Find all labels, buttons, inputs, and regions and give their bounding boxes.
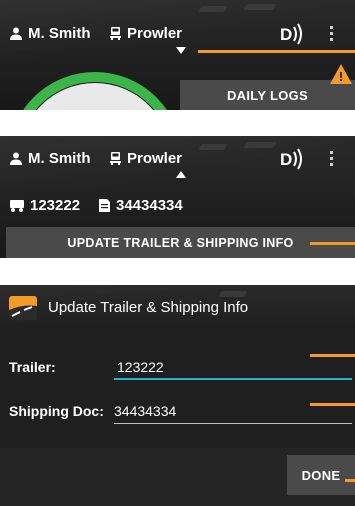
dialog-header: Update Trailer & Shipping Info <box>0 285 355 332</box>
callout-line <box>310 354 355 357</box>
update-trailer-label: UPDATE TRAILER & SHIPPING INFO <box>67 235 294 250</box>
person-icon <box>10 27 22 40</box>
trailer-panel: M. Smith Prowler D 123222 34434334 UPDAT… <box>0 136 355 258</box>
svg-text:!: ! <box>339 69 343 84</box>
signal-icon[interactable]: D <box>280 148 304 170</box>
callout-line <box>198 50 355 53</box>
warning-icon[interactable]: ! <box>330 64 352 84</box>
driver-selector[interactable]: M. Smith <box>10 25 91 42</box>
driver-selector[interactable]: M. Smith <box>10 150 91 167</box>
trailer-field-underline <box>114 378 352 380</box>
update-trailer-button[interactable]: UPDATE TRAILER & SHIPPING INFO <box>6 227 355 258</box>
more-vert-icon[interactable] <box>330 26 334 44</box>
shipping-doc-number: 34434334 <box>116 197 183 214</box>
person-icon <box>10 152 22 165</box>
vehicle-selector[interactable]: Prowler <box>110 25 182 42</box>
done-label: DONE <box>301 467 341 483</box>
road-stripe <box>198 144 228 150</box>
trailer-number: 123222 <box>30 197 81 214</box>
vehicle-name: Prowler <box>127 150 183 167</box>
status-gauge[interactable] <box>0 64 180 110</box>
trailer-field[interactable]: 123222 <box>117 359 164 375</box>
trailer-icon <box>10 199 24 212</box>
shipping-doc-underline <box>114 423 352 424</box>
driver-name: M. Smith <box>28 25 91 42</box>
document-icon <box>99 199 110 212</box>
trailer-label: Trailer: <box>9 359 56 375</box>
daily-logs-button[interactable]: DAILY LOGS <box>180 80 355 110</box>
daily-logs-label: DAILY LOGS <box>226 87 309 103</box>
road-logo-icon <box>9 296 37 320</box>
dashboard-panel: M. Smith Prowler D DAILY LOGS ! <box>0 0 355 110</box>
vehicle-selector[interactable]: Prowler <box>110 150 182 167</box>
truck-icon <box>110 152 121 165</box>
trailer-info: 123222 <box>10 197 80 214</box>
road-stripe <box>218 291 248 297</box>
road-stripe <box>243 4 277 10</box>
signal-icon[interactable]: D <box>280 23 304 45</box>
shipping-doc-info: 34434334 <box>99 197 183 214</box>
callout-line <box>345 479 355 482</box>
caret-down-icon[interactable] <box>176 47 186 54</box>
callout-line <box>310 242 355 245</box>
vehicle-name: Prowler <box>127 25 183 42</box>
callout-line <box>310 403 355 406</box>
truck-icon <box>110 27 121 40</box>
driver-name: M. Smith <box>28 150 91 167</box>
caret-up-icon[interactable] <box>176 171 186 178</box>
update-dialog: Update Trailer & Shipping Info Trailer: … <box>0 285 355 506</box>
svg-text:D: D <box>280 150 292 169</box>
svg-text:D: D <box>280 25 292 44</box>
road-stripe <box>243 142 277 148</box>
shipping-doc-field[interactable]: 34434334 <box>114 403 176 419</box>
shipping-doc-label: Shipping Doc: <box>9 403 104 419</box>
dialog-title: Update Trailer & Shipping Info <box>48 299 249 316</box>
more-vert-icon[interactable] <box>330 151 334 169</box>
done-button[interactable]: DONE <box>287 455 355 495</box>
road-stripe <box>198 6 228 12</box>
